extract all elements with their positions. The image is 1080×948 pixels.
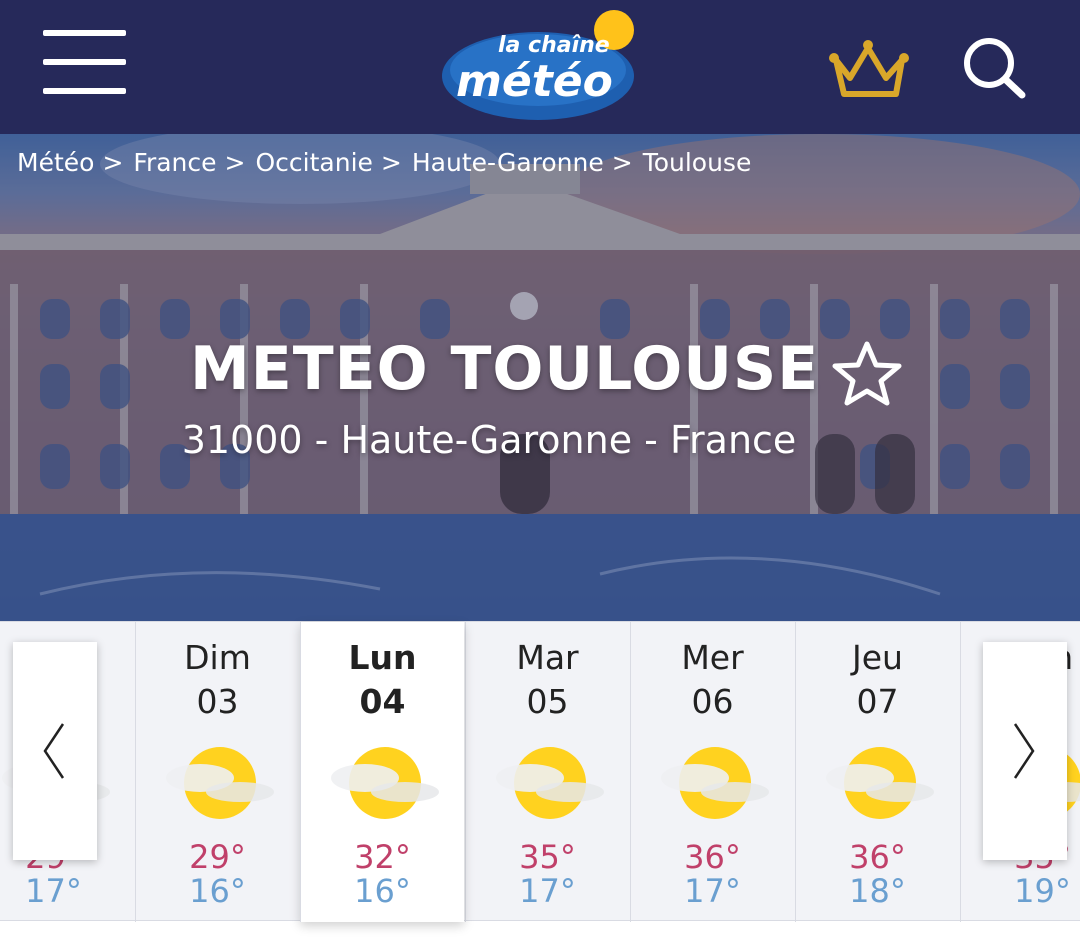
chevron-left-icon bbox=[43, 723, 65, 779]
search-icon[interactable] bbox=[962, 36, 1028, 100]
forecast-day-jeu[interactable]: Jeu 07 36° 18° bbox=[795, 622, 959, 922]
daily-forecast-strip: Sam 02 29° 17° Dim 03 29° 16° Lun 04 32°… bbox=[0, 621, 1080, 922]
day-number: 03 bbox=[196, 682, 239, 721]
breadcrumb-separator: > bbox=[224, 148, 246, 177]
breadcrumb-item-haute-garonne[interactable]: Haute-Garonne bbox=[412, 148, 604, 177]
breadcrumb-item-toulouse[interactable]: Toulouse bbox=[643, 148, 752, 177]
temp-max: 32° bbox=[354, 838, 411, 876]
logo-line2: météo bbox=[456, 56, 613, 107]
la-chaine-meteo-logo[interactable]: la chaîne météo bbox=[442, 8, 642, 122]
temp-max: 36° bbox=[684, 838, 741, 876]
day-name: Jeu bbox=[852, 638, 903, 677]
temp-min: 16° bbox=[354, 872, 411, 910]
forecast-next-button[interactable] bbox=[983, 642, 1067, 860]
top-header: la chaîne météo bbox=[0, 0, 1080, 134]
breadcrumb-item-meteo[interactable]: Météo bbox=[17, 148, 94, 177]
page-title: METEO TOULOUSE bbox=[190, 334, 820, 404]
temp-max: 29° bbox=[189, 838, 246, 876]
day-number: 05 bbox=[526, 682, 569, 721]
day-number: 06 bbox=[691, 682, 734, 721]
forecast-day-dim[interactable]: Dim 03 29° 16° bbox=[135, 622, 299, 922]
location-subtitle: 31000 - Haute-Garonne - France bbox=[181, 418, 797, 462]
temp-min: 19° bbox=[1014, 872, 1071, 910]
breadcrumb-separator: > bbox=[380, 148, 402, 177]
temp-max: 35° bbox=[519, 838, 576, 876]
temp-min: 16° bbox=[189, 872, 246, 910]
temp-min: 17° bbox=[684, 872, 741, 910]
temp-min: 17° bbox=[25, 872, 82, 910]
breadcrumb-separator: > bbox=[611, 148, 633, 177]
star-outline-icon[interactable] bbox=[832, 340, 902, 406]
sun-cloud-icon bbox=[496, 747, 604, 819]
forecast-day-lun[interactable]: Lun 04 32° 16° bbox=[300, 622, 464, 922]
temp-max: 36° bbox=[849, 838, 906, 876]
sun-cloud-icon bbox=[331, 747, 439, 819]
day-name: Lun bbox=[348, 638, 417, 677]
day-number: 07 bbox=[856, 682, 899, 721]
city-hero-banner: Météo > France > Occitanie > Haute-Garonne > Tou… bbox=[0, 134, 1080, 621]
breadcrumb-separator: > bbox=[102, 148, 124, 177]
crown-icon[interactable] bbox=[826, 38, 912, 100]
breadcrumb-item-france[interactable]: France bbox=[133, 148, 216, 177]
sun-cloud-icon bbox=[661, 747, 769, 819]
breadcrumb: Météo > France > Occitanie > Haute-Garonne > Tou… bbox=[17, 148, 751, 177]
day-name: Mer bbox=[681, 638, 744, 677]
forecast-day-mer[interactable]: Mer 06 36° 17° bbox=[630, 622, 794, 922]
hamburger-menu-icon[interactable] bbox=[43, 30, 126, 94]
forecast-day-mar[interactable]: Mar 05 35° 17° bbox=[465, 622, 629, 922]
forecast-prev-button[interactable] bbox=[13, 642, 97, 860]
chevron-right-icon bbox=[1013, 723, 1035, 779]
temp-min: 17° bbox=[519, 872, 576, 910]
day-number: 04 bbox=[359, 682, 406, 721]
breadcrumb-item-occitanie[interactable]: Occitanie bbox=[255, 148, 372, 177]
logo-line1: la chaîne bbox=[498, 33, 610, 58]
day-name: Dim bbox=[184, 638, 251, 677]
day-name: Mar bbox=[516, 638, 579, 677]
sun-cloud-icon bbox=[826, 747, 934, 819]
temp-min: 18° bbox=[849, 872, 906, 910]
sun-cloud-icon bbox=[166, 747, 274, 819]
